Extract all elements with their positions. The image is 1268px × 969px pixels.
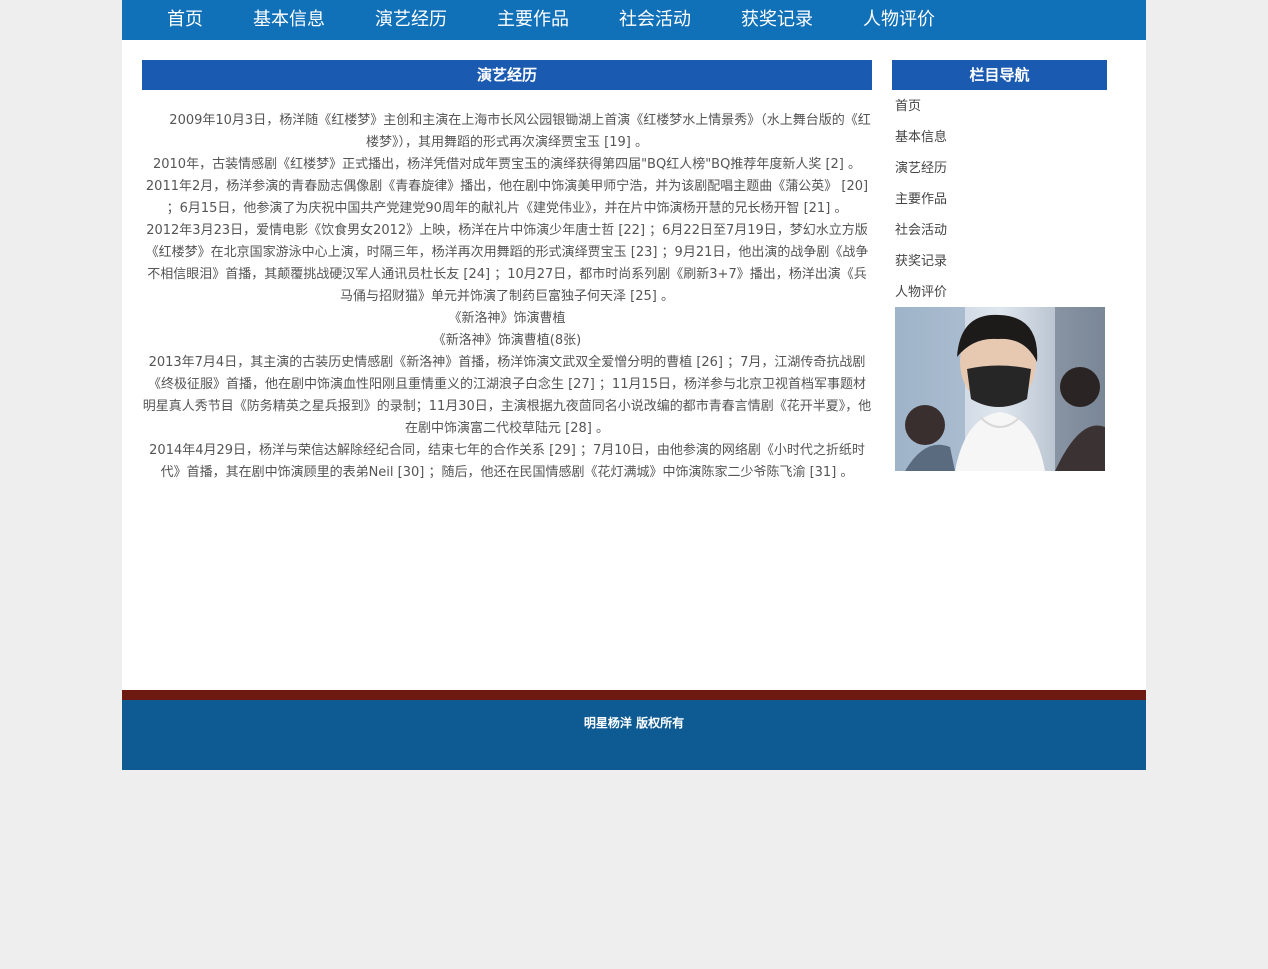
profile-photo (895, 307, 1105, 471)
main-section-title: 演艺经历 (142, 60, 872, 90)
sidebar-item-awards: 获奖记录 (895, 249, 947, 280)
sidebar-item-works: 主要作品 (895, 187, 947, 218)
paragraph-2011: 2011年2月，杨洋参演的青春励志偶像剧《青春旋律》播出，他在剧中饰演美甲师宁浩… (145, 179, 869, 216)
image-caption: 《新洛神》饰演曹植 (448, 311, 566, 326)
sidebar-title: 栏目导航 (892, 60, 1107, 90)
nav-item-works[interactable]: 主要作品 (497, 0, 569, 40)
nav-item-awards[interactable]: 获奖记录 (741, 0, 813, 40)
gallery-link[interactable]: 《新洛神》饰演曹植(8张) (142, 330, 872, 352)
sidebar-link-awards[interactable]: 获奖记录 (895, 254, 947, 269)
footer-divider (122, 690, 1146, 700)
nav-item-home[interactable]: 首页 (167, 0, 203, 40)
paragraph-2014: 2014年4月29日，杨洋与荣信达解除经纪合同，结束七年的合作关系 [29] ；… (149, 443, 865, 480)
paragraph-2009: 2009年10月3日，杨洋随《红楼梦》主创和主演在上海市长风公园银锄湖上首演《红… (143, 113, 871, 150)
sidebar-item-home: 首页 (895, 94, 947, 125)
sidebar-link-career[interactable]: 演艺经历 (895, 161, 947, 176)
sidebar-item-career: 演艺经历 (895, 156, 947, 187)
sidebar-link-basic-info[interactable]: 基本信息 (895, 130, 947, 145)
sidebar-link-home[interactable]: 首页 (895, 99, 921, 114)
copyright-text: 明星杨洋 版权所有 (583, 716, 685, 730)
top-nav: 首页 基本信息 演艺经历 主要作品 社会活动 获奖记录 人物评价 (122, 0, 1146, 40)
sidebar-nav: 首页 基本信息 演艺经历 主要作品 社会活动 获奖记录 人物评价 (895, 94, 947, 311)
page-container: 首页 基本信息 演艺经历 主要作品 社会活动 获奖记录 人物评价 演艺经历 20… (122, 0, 1146, 770)
footer: 明星杨洋 版权所有 (122, 700, 1146, 770)
nav-item-basic-info[interactable]: 基本信息 (253, 0, 325, 40)
sidebar-link-works[interactable]: 主要作品 (895, 192, 947, 207)
sidebar-item-social: 社会活动 (895, 218, 947, 249)
nav-item-review[interactable]: 人物评价 (863, 0, 935, 40)
sidebar-link-social[interactable]: 社会活动 (895, 223, 947, 238)
sidebar-link-review[interactable]: 人物评价 (895, 285, 947, 300)
sidebar-item-basic-info: 基本信息 (895, 125, 947, 156)
nav-item-career[interactable]: 演艺经历 (375, 0, 447, 40)
career-content: 2009年10月3日，杨洋随《红楼梦》主创和主演在上海市长风公园银锄湖上首演《红… (142, 110, 872, 484)
paragraph-2012: 2012年3月23日，爱情电影《饮食男女2012》上映，杨洋在片中饰演少年唐士哲… (145, 223, 869, 304)
nav-item-social[interactable]: 社会活动 (619, 0, 691, 40)
paragraph-2010: 2010年，古装情感剧《红楼梦》正式播出，杨洋凭借对成年贾宝玉的演绎获得第四届"… (152, 157, 862, 172)
paragraph-2013: 2013年7月4日，其主演的古装历史情感剧《新洛神》首播，杨洋饰演文武双全爱憎分… (142, 355, 872, 436)
